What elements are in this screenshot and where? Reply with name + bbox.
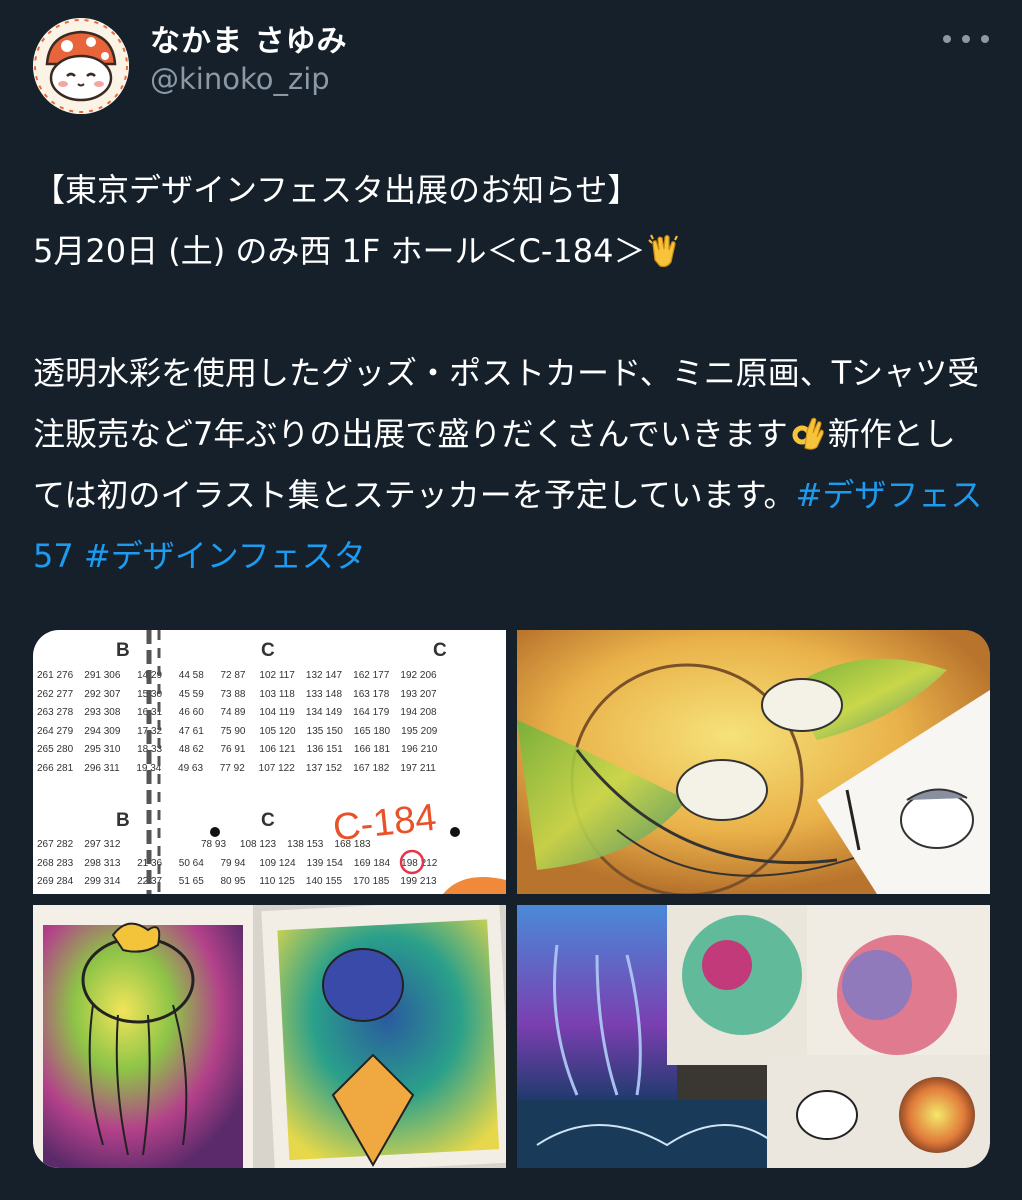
floor-map-image[interactable]: B C C 261 276 291 306 14 29 44 58 72 87 … — [33, 630, 506, 894]
tweet-line-title: 【東京デザインフェスタ出展のお知らせ】 — [33, 171, 640, 209]
birds-illustration-image[interactable] — [517, 630, 990, 894]
ok-hand-icon — [792, 417, 824, 450]
hashtag-link[interactable]: #デザインフェスタ — [84, 537, 366, 575]
watercolor-birds-icon — [517, 630, 990, 894]
tweet-paragraph: 透明水彩を使用したグッズ・ポストカード、ミニ原画、Tシャツ受注販売など7年ぶりの… — [33, 343, 983, 587]
clapping-hands-icon — [648, 234, 679, 268]
dot-icon — [943, 35, 951, 43]
dot-icon — [981, 35, 989, 43]
tweet-line-date: 5月20日 (土) のみ西 1F ホール＜C-184＞ — [33, 221, 983, 282]
dot-icon — [962, 35, 970, 43]
display-name[interactable]: なかま さゆみ — [150, 16, 347, 60]
watercolor-jellyfish-icon — [33, 905, 506, 1168]
tweet-text: 【東京デザインフェスタ出展のお知らせ】 5月20日 (土) のみ西 1F ホール… — [33, 160, 983, 587]
mushroom-avatar-icon — [33, 18, 129, 114]
media-grid: B C C 261 276 291 306 14 29 44 58 72 87 … — [33, 630, 990, 1168]
avatar[interactable] — [33, 18, 129, 114]
date-text: 5月20日 (土) のみ西 1F ホール＜C-184＞ — [33, 232, 646, 270]
user-handle[interactable]: @kinoko_zip — [150, 62, 330, 96]
jellyfish-postcards-image[interactable] — [33, 905, 506, 1168]
map-lines-icon — [146, 630, 506, 894]
postcard-collection-image[interactable] — [517, 905, 990, 1168]
watercolor-collection-icon — [517, 905, 990, 1168]
more-options-button[interactable] — [943, 24, 989, 54]
